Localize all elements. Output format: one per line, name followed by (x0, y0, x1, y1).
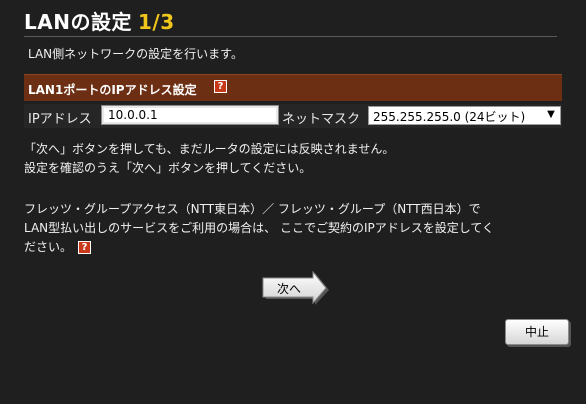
help-icon[interactable]: ? (214, 80, 227, 93)
lan-settings-page: LANの設定 1/3 LAN側ネットワークの設定を行います。 LAN1ポートのIP… (0, 0, 586, 404)
next-button[interactable]: 次へ (261, 271, 329, 305)
notice-line: LAN型払い出しのサービスをご利用の場合は、 ここでご契約のIPアドレスを設定し… (24, 221, 495, 235)
notice-line: 設定を確認のうえ「次へ」ボタンを押してください。 (24, 161, 312, 175)
chevron-down-icon: ▼ (547, 109, 555, 120)
page-subtitle: LAN側ネットワークの設定を行います。 (28, 47, 243, 61)
notice-line-text: ださい。 (24, 240, 73, 254)
netmask-select[interactable]: 255.255.255.0 (24ビット) ▼ (368, 106, 561, 125)
notice-text: 「次へ」ボタンを押しても、まだルータの設定には反映されません。 設定を確認のうえ… (24, 140, 564, 178)
ip-address-input[interactable] (101, 105, 279, 125)
notice-line: 「次へ」ボタンを押しても、まだルータの設定には反映されません。 (24, 142, 395, 156)
flets-notice-text: フレッツ・グループアクセス（NTT東日本）／ フレッツ・グループ（NTT西日本）… (24, 200, 564, 257)
notice-line: フレッツ・グループアクセス（NTT東日本）／ フレッツ・グループ（NTT西日本）… (24, 202, 481, 216)
notice-line: ださい。? (24, 238, 564, 257)
title-divider (24, 36, 557, 37)
next-button-label: 次へ (276, 282, 301, 296)
cancel-button[interactable]: 中止 (505, 319, 569, 345)
page-title-text: LANの設定 (24, 10, 132, 34)
help-icon[interactable]: ? (78, 241, 92, 254)
section-label: LAN1ポートのIPアドレス設定 (28, 83, 197, 97)
ip-form-row: IPアドレス ネットマスク 255.255.255.0 (24ビット) ▼ (24, 104, 562, 128)
ip-address-label: IPアドレス (28, 112, 92, 127)
page-title: LANの設定 1/3 (24, 6, 175, 35)
netmask-label: ネットマスク (282, 112, 361, 127)
step-indicator: 1/3 (137, 10, 175, 34)
netmask-selected-value: 255.255.255.0 (24ビット) (373, 110, 526, 124)
section-header: LAN1ポートのIPアドレス設定 ? (24, 74, 562, 101)
